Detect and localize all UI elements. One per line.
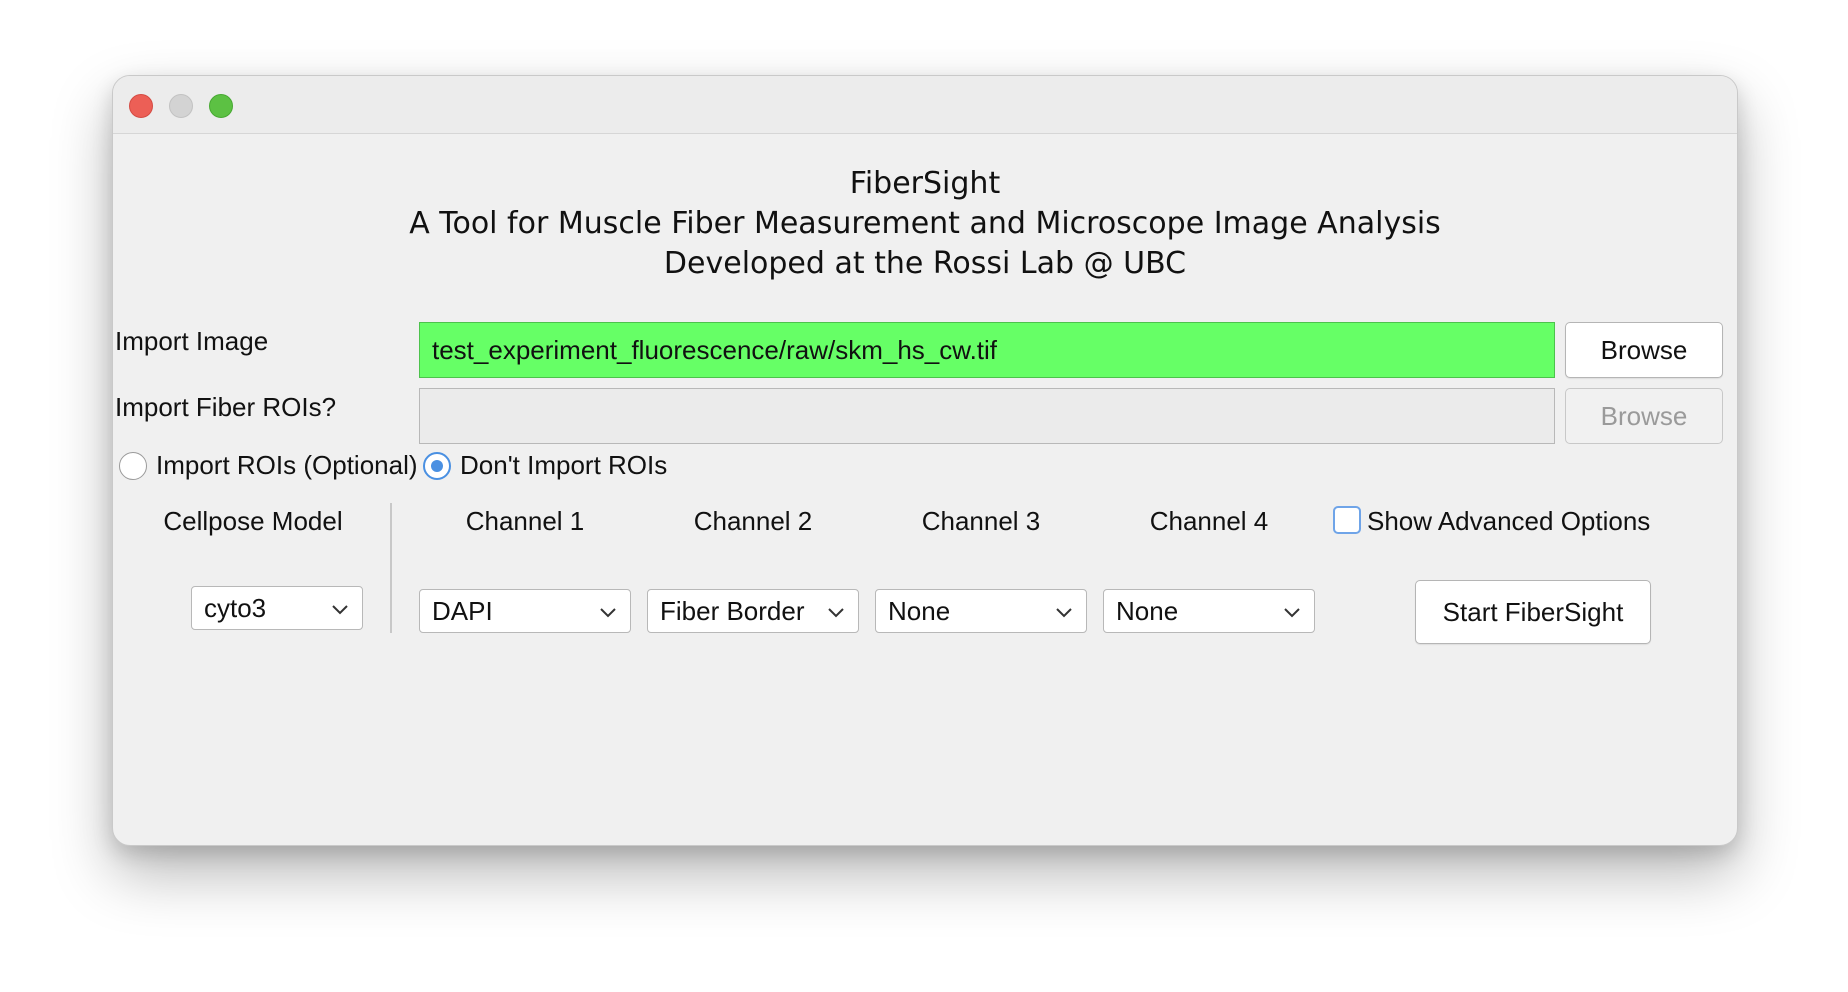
dont-import-rois-radio-label: Don't Import ROIs xyxy=(460,450,668,480)
import-rois-path-field[interactable] xyxy=(419,388,1555,444)
channel-1-select[interactable]: DAPI xyxy=(419,589,631,633)
channel-4-heading: Channel 4 xyxy=(1149,506,1269,536)
channel-1-value: DAPI xyxy=(432,596,493,626)
minimize-window-button[interactable] xyxy=(169,94,193,118)
close-window-button[interactable] xyxy=(129,94,153,118)
import-image-label: Import Image xyxy=(115,326,269,356)
channel-4-value: None xyxy=(1116,596,1179,626)
import-rois-radio-label: Import ROIs (Optional) xyxy=(156,450,418,480)
chevron-down-icon xyxy=(600,608,616,618)
channel-3-value: None xyxy=(888,596,951,626)
title-bar xyxy=(113,76,1737,134)
channel-3-heading: Channel 3 xyxy=(921,506,1041,536)
start-fibersight-button[interactable]: Start FiberSight xyxy=(1415,580,1651,644)
chevron-down-icon xyxy=(1284,608,1300,618)
chevron-down-icon xyxy=(1056,608,1072,618)
column-divider xyxy=(390,503,392,633)
zoom-window-button[interactable] xyxy=(209,94,233,118)
channel-3-select[interactable]: None xyxy=(875,589,1087,633)
cellpose-model-heading: Cellpose Model xyxy=(163,506,343,536)
import-image-path-field[interactable]: test_experiment_fluorescence/raw/skm_hs_… xyxy=(419,322,1555,378)
app-window: FiberSight A Tool for Muscle Fiber Measu… xyxy=(112,75,1738,846)
import-rois-label: Import Fiber ROIs? xyxy=(115,392,337,422)
chevron-down-icon xyxy=(828,608,844,618)
channel-4-select[interactable]: None xyxy=(1103,589,1315,633)
show-advanced-options-checkbox[interactable] xyxy=(1333,506,1361,534)
channel-1-heading: Channel 1 xyxy=(465,506,585,536)
channel-2-value: Fiber Border xyxy=(660,596,805,626)
channel-2-select[interactable]: Fiber Border xyxy=(647,589,859,633)
cellpose-model-select[interactable]: cyto3 xyxy=(191,586,363,630)
app-credit: Developed at the Rossi Lab @ UBC xyxy=(663,246,1187,281)
app-header: FiberSight A Tool for Muscle Fiber Measu… xyxy=(113,164,1737,284)
import-image-browse-button[interactable]: Browse xyxy=(1565,322,1723,378)
dont-import-rois-radio[interactable] xyxy=(423,452,451,480)
import-rois-browse-button[interactable]: Browse xyxy=(1565,388,1723,444)
import-rois-radio[interactable] xyxy=(119,452,147,480)
cellpose-model-value: cyto3 xyxy=(204,593,267,623)
show-advanced-options-label: Show Advanced Options xyxy=(1367,506,1651,536)
app-subtitle: A Tool for Muscle Fiber Measurement and … xyxy=(409,206,1441,241)
channel-2-heading: Channel 2 xyxy=(693,506,813,536)
chevron-down-icon xyxy=(332,605,348,615)
app-title: FiberSight xyxy=(849,166,1001,201)
